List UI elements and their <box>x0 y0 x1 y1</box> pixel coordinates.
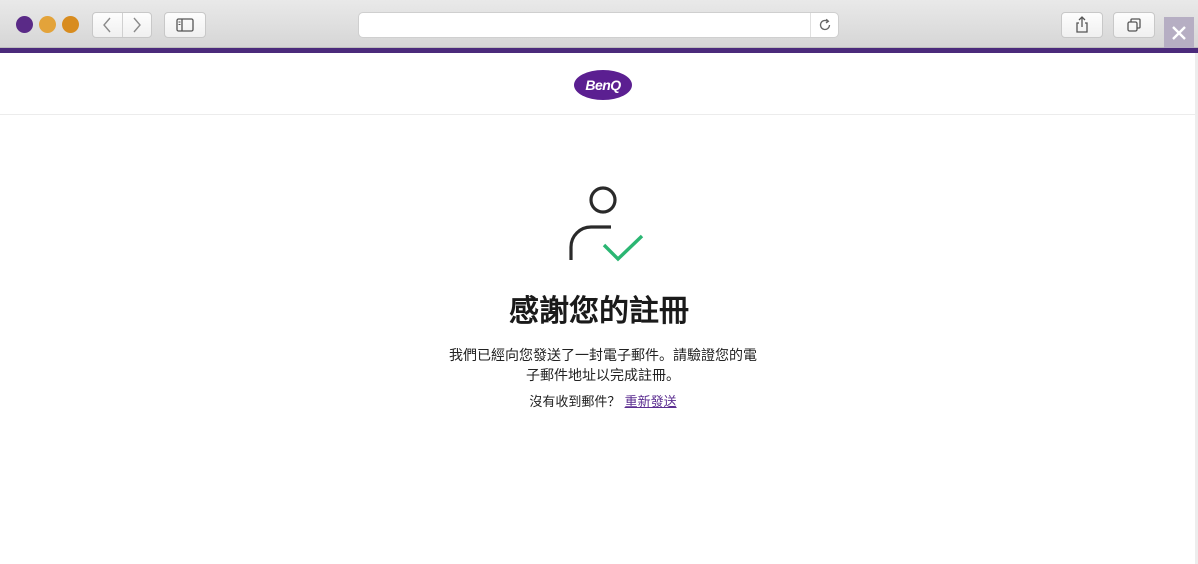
window-close-button[interactable] <box>16 16 33 33</box>
benq-logo[interactable]: BenQ <box>573 69 633 101</box>
share-icon <box>1076 16 1088 33</box>
window-maximize-button[interactable] <box>62 16 79 33</box>
message-line: 子郵件地址以完成註冊。 <box>526 368 680 384</box>
resend-row: 沒有收到郵件？ 重新發送 <box>399 394 807 412</box>
site-header: BenQ <box>0 53 1198 115</box>
verification-message: 我們已經向您發送了一封電子郵件。請驗證您的電 子郵件地址以完成註冊。 <box>419 346 787 386</box>
back-button[interactable] <box>93 13 122 37</box>
browser-toolbar <box>0 0 1198 48</box>
browser-window: BenQ 感謝您的註冊 我們已經向您發送了一封電子郵件。請驗證您的電 子郵件地址… <box>0 0 1198 564</box>
tabs-overview-button[interactable] <box>1113 12 1155 38</box>
reload-icon <box>819 18 830 31</box>
logo-text: BenQ <box>585 77 621 93</box>
page-title: 感謝您的註冊 <box>509 294 689 329</box>
url-input[interactable] <box>359 13 809 37</box>
message-line: 我們已經向您發送了一封電子郵件。請驗證您的電 <box>449 348 757 364</box>
reload-button[interactable] <box>810 13 838 37</box>
address-bar[interactable] <box>358 12 839 38</box>
chevron-right-icon <box>133 17 141 33</box>
chevron-left-icon <box>103 17 112 33</box>
share-button[interactable] <box>1061 12 1103 38</box>
user-check-icon <box>569 186 644 262</box>
resend-prompt: 沒有收到郵件？ <box>529 395 621 410</box>
resend-email-link[interactable]: 重新發送 <box>625 395 677 410</box>
window-minimize-button[interactable] <box>39 16 56 33</box>
close-icon <box>1172 25 1186 40</box>
tabs-overview-icon <box>1127 18 1141 32</box>
forward-button[interactable] <box>121 13 151 37</box>
navigation-buttons <box>92 12 152 38</box>
sidebar-icon <box>176 18 194 32</box>
overlay-close-button[interactable] <box>1164 17 1194 48</box>
sidebar-toggle-button[interactable] <box>164 12 206 38</box>
